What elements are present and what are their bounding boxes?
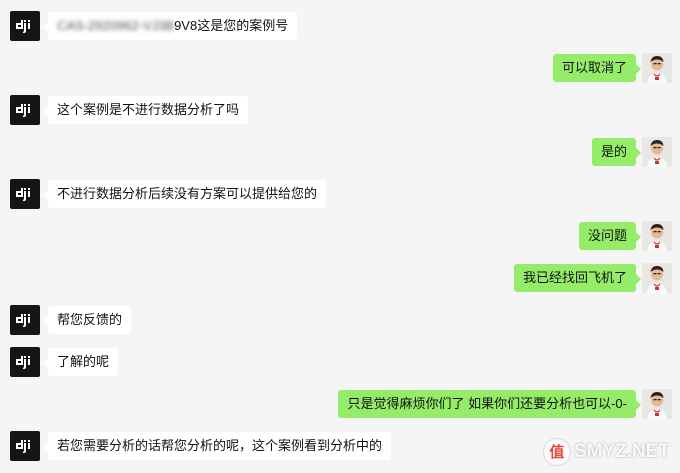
outgoing-message-bubble[interactable]: 只是觉得麻烦你们了 如果你们还要分析也可以-0- [338, 390, 641, 418]
message-text: 若您需要分析的话帮您分析的呢，这个案例看到分析中的 [57, 438, 383, 453]
watermark-logo-icon: 值 [543, 439, 570, 465]
watermark-logo-char: 值 [549, 444, 565, 461]
watermark-text: SMYZ.NET [573, 441, 670, 462]
message-text: 只是觉得麻烦你们了 如果你们还要分析也可以-0- [347, 396, 627, 411]
message-text: 9V8这是您的案例号 [174, 18, 289, 33]
chat-message-row: 帮您反馈的 [0, 305, 680, 335]
outgoing-message-bubble[interactable]: 我已经找回飞机了 [513, 264, 642, 292]
dji-logo-icon[interactable] [10, 11, 40, 41]
chat-message-row: 可以取消了 [0, 53, 680, 83]
site-watermark: 值 SMYZ.NET [543, 437, 670, 467]
chat-message-row: 了解的呢 [0, 347, 680, 377]
user-photo-avatar[interactable] [642, 389, 672, 419]
dji-logo-icon[interactable] [10, 179, 40, 209]
redacted-case-number: CAS-2920962-VJ3B [57, 18, 175, 33]
message-text: 我已经找回飞机了 [522, 270, 627, 285]
outgoing-message-bubble[interactable]: 可以取消了 [552, 54, 642, 82]
chat-message-row: CAS-2920962-VJ3B9V8这是您的案例号 [0, 11, 680, 41]
dji-logo-icon[interactable] [10, 95, 40, 125]
dji-logo-icon[interactable] [10, 347, 40, 377]
chat-message-row: 这个案例是不进行数据分析了吗 [0, 95, 680, 125]
message-text: 了解的呢 [57, 354, 110, 369]
incoming-message-bubble[interactable]: 了解的呢 [42, 348, 119, 376]
incoming-message-bubble[interactable]: 若您需要分析的话帮您分析的呢，这个案例看到分析中的 [42, 432, 392, 460]
message-text: 没问题 [587, 228, 627, 243]
incoming-message-bubble[interactable]: CAS-2920962-VJ3B9V8这是您的案例号 [42, 12, 298, 40]
incoming-message-bubble[interactable]: 这个案例是不进行数据分析了吗 [42, 96, 249, 124]
message-text: 是的 [600, 144, 627, 159]
dji-logo-icon[interactable] [10, 431, 40, 461]
dji-logo-icon[interactable] [10, 305, 40, 335]
message-text: 帮您反馈的 [57, 312, 123, 327]
user-photo-avatar[interactable] [642, 221, 672, 251]
user-photo-avatar[interactable] [642, 137, 672, 167]
outgoing-message-bubble[interactable]: 没问题 [578, 222, 642, 250]
user-photo-avatar[interactable] [642, 53, 672, 83]
chat-message-row: 我已经找回飞机了 [0, 263, 680, 293]
message-text: 不进行数据分析后续没有方案可以提供给您的 [57, 186, 318, 201]
message-text: 这个案例是不进行数据分析了吗 [57, 102, 240, 117]
incoming-message-bubble[interactable]: 不进行数据分析后续没有方案可以提供给您的 [42, 180, 327, 208]
chat-message-row: 是的 [0, 137, 680, 167]
chat-message-row: 不进行数据分析后续没有方案可以提供给您的 [0, 179, 680, 209]
chat-message-row: 只是觉得麻烦你们了 如果你们还要分析也可以-0- [0, 389, 680, 419]
chat-message-row: 没问题 [0, 221, 680, 251]
incoming-message-bubble[interactable]: 帮您反馈的 [42, 306, 132, 334]
message-text: 可以取消了 [561, 60, 627, 75]
outgoing-message-bubble[interactable]: 是的 [591, 138, 642, 166]
user-photo-avatar[interactable] [642, 263, 672, 293]
